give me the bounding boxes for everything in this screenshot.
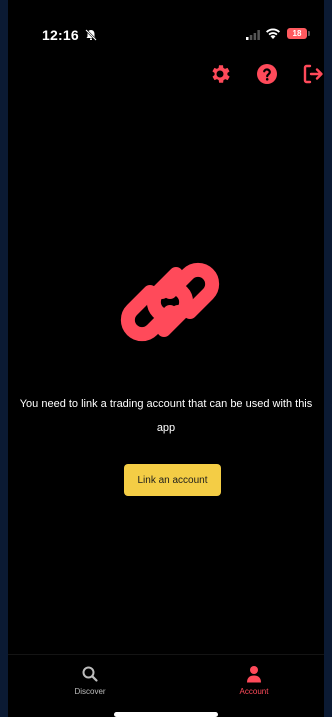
help-icon[interactable] (255, 62, 279, 86)
tab-discover[interactable]: Discover (30, 655, 150, 715)
top-action-bar (8, 62, 324, 88)
gear-icon[interactable] (208, 62, 232, 86)
status-bar: 12:16 18 (8, 0, 324, 60)
tab-label: Discover (74, 687, 106, 696)
link-chain-icon (120, 262, 220, 342)
wifi-icon (266, 28, 280, 39)
tab-label: Account (239, 687, 269, 696)
logout-icon[interactable] (301, 62, 324, 86)
link-account-message: You need to link a trading account that … (19, 398, 313, 434)
battery-cap (308, 31, 310, 36)
person-icon (247, 666, 261, 683)
bell-off-icon (85, 29, 97, 41)
search-icon (82, 666, 98, 682)
battery-indicator: 18 (287, 28, 307, 39)
signal-icon (246, 30, 260, 40)
tab-account[interactable]: Account (194, 655, 314, 715)
link-account-button[interactable]: Link an account (124, 464, 221, 496)
home-indicator (114, 712, 218, 717)
bottom-tab-bar: Discover Account (8, 654, 324, 717)
app-screen: 12:16 18 You need to link a trading acco… (8, 0, 324, 717)
status-time: 12:16 (42, 27, 79, 43)
